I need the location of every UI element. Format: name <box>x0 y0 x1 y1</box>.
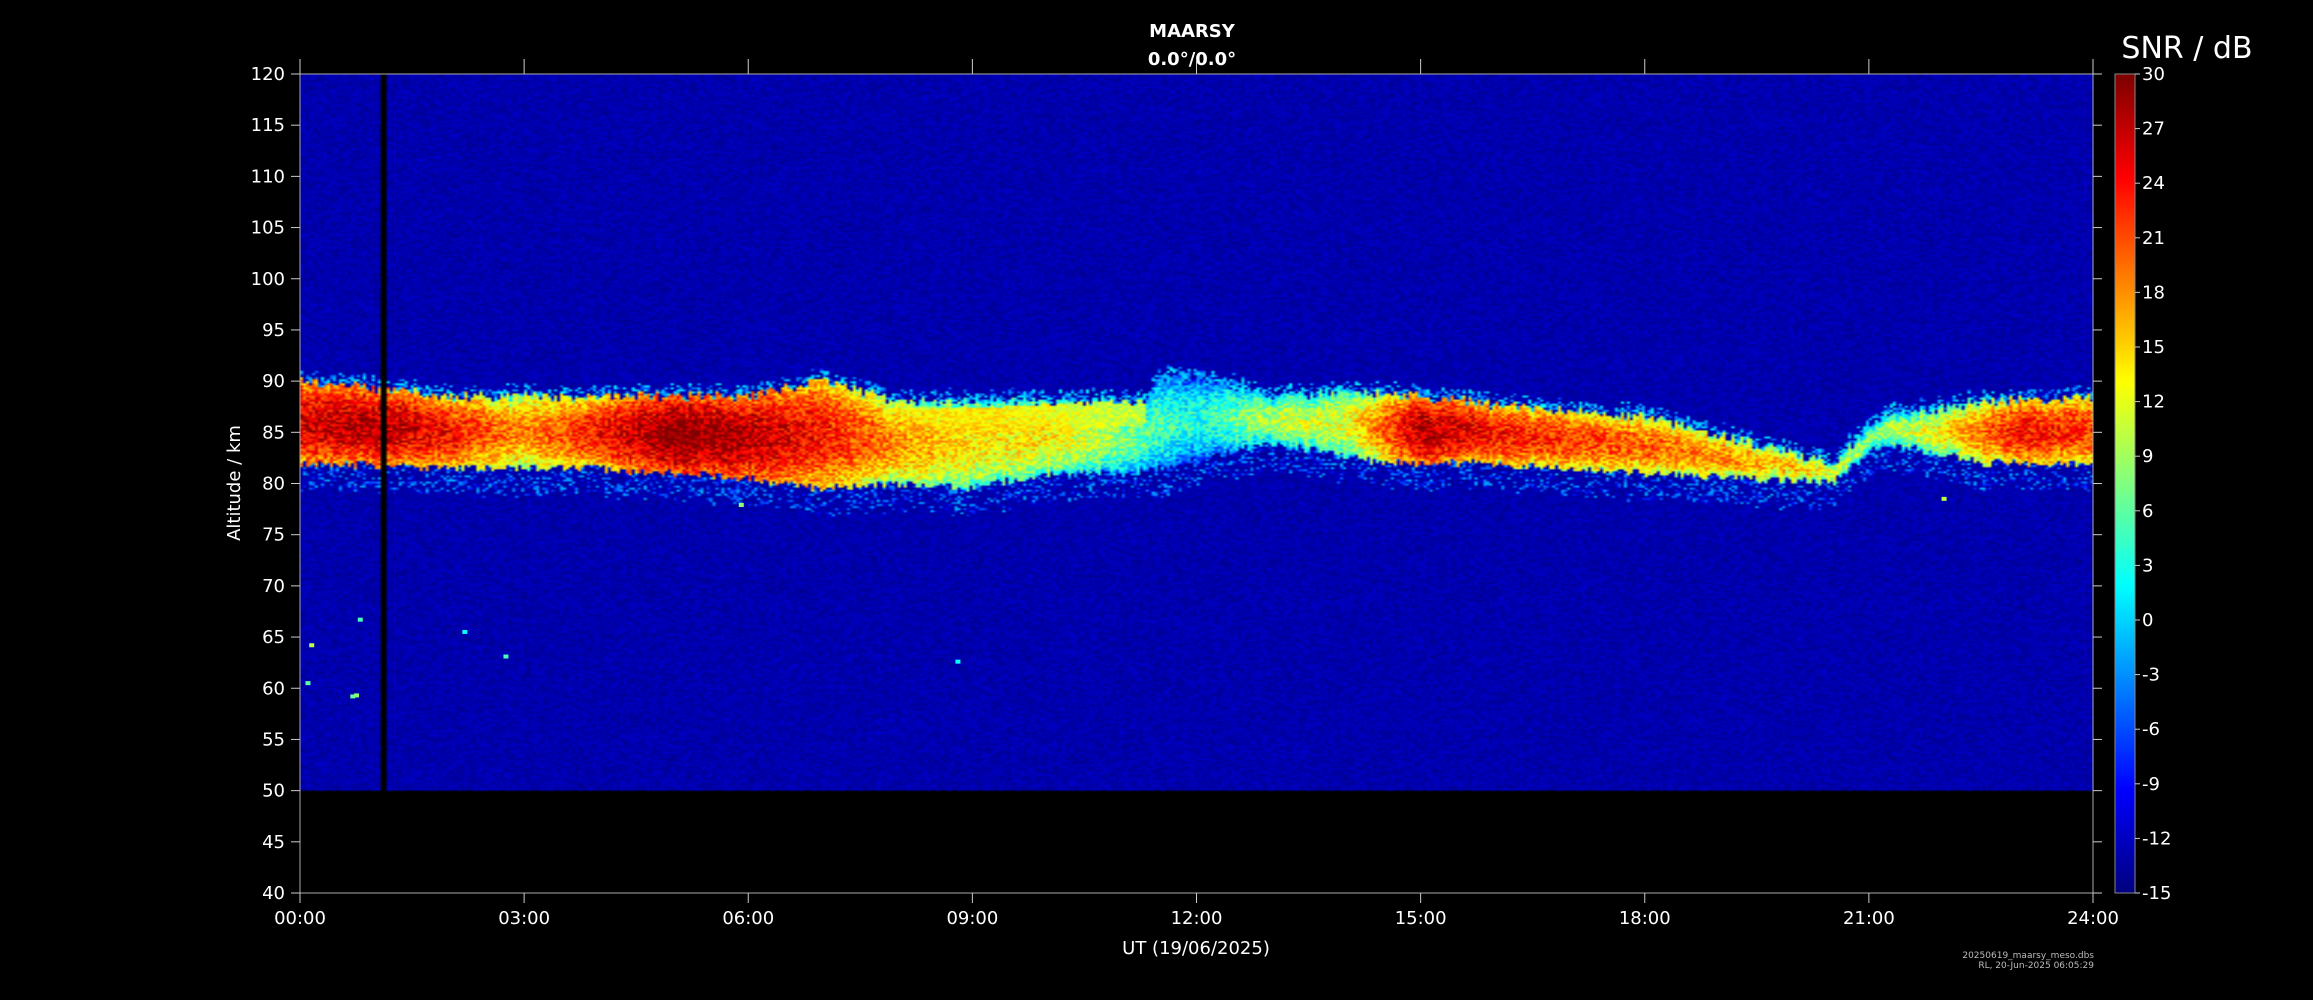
y-tick-label: 90 <box>262 371 285 392</box>
colorbar-tick-label: 27 <box>2142 119 2165 140</box>
colorbar-tick-label: -3 <box>2142 665 2160 686</box>
x-tick-label: 12:00 <box>1171 908 1223 929</box>
isolated-echo-point <box>503 654 509 659</box>
y-tick-label: 80 <box>262 474 285 495</box>
colorbar-label: SNR / dB <box>2121 31 2252 66</box>
y-tick-label: 100 <box>251 269 285 290</box>
colorbar-tick-label: 9 <box>2142 446 2153 467</box>
y-tick-label: 65 <box>262 627 285 648</box>
isolated-echo-point <box>955 659 961 664</box>
y-axis-label: Altitude / km <box>224 425 245 541</box>
x-tick-label: 21:00 <box>1843 908 1895 929</box>
y-tick-label: 55 <box>262 729 285 750</box>
y-tick-label: 85 <box>262 422 285 443</box>
y-tick-label: 95 <box>262 320 285 341</box>
x-tick-label: 18:00 <box>1619 908 1671 929</box>
y-tick-label: 40 <box>262 883 285 904</box>
x-tick-label: 24:00 <box>2067 908 2119 929</box>
colorbar-tick-label: 0 <box>2142 610 2153 631</box>
colorbar-tick-label: 18 <box>2142 282 2165 303</box>
x-tick-label: 03:00 <box>498 908 550 929</box>
isolated-echo-point <box>462 629 468 634</box>
colorbar-tick-label: 6 <box>2142 501 2153 522</box>
colorbar: 302724211815129630-3-6-9-12-15 <box>2114 64 2171 904</box>
y-tick-label: 70 <box>262 576 285 597</box>
isolated-echo-point <box>305 681 311 686</box>
y-tick-label: 110 <box>251 166 285 187</box>
chart-subtitle: 0.0°/0.0° <box>1148 49 1236 70</box>
colorbar-gradient <box>2115 74 2135 893</box>
isolated-echo-point <box>354 693 360 698</box>
y-tick-label: 120 <box>251 64 285 85</box>
x-tick-label: 00:00 <box>274 908 326 929</box>
x-tick-label: 15:00 <box>1395 908 1447 929</box>
colorbar-tick-label: 12 <box>2142 392 2165 413</box>
y-tick-label: 115 <box>251 115 285 136</box>
footnote-stamp: RL, 20-Jun-2025 06:05:29 <box>1978 961 2094 971</box>
snr-heatmap <box>300 74 2093 893</box>
isolated-echo-point <box>738 502 744 507</box>
colorbar-tick-label: -15 <box>2142 883 2171 904</box>
colorbar-tick-label: 21 <box>2142 228 2165 249</box>
y-tick-label: 50 <box>262 781 285 802</box>
colorbar-tick-label: -6 <box>2142 719 2160 740</box>
heatmap-chart: MAARSY 0.0°/0.0° 00:00 03:00 06:00 09:00 12:… <box>224 21 2253 971</box>
plot-area <box>299 73 2094 894</box>
y-tick-label: 60 <box>262 678 285 699</box>
x-axis-label: UT (19/06/2025) <box>1122 938 1270 959</box>
isolated-echo-point <box>1941 496 1947 501</box>
y-tick-label: 45 <box>262 832 285 853</box>
x-tick-label: 09:00 <box>946 908 998 929</box>
footnote-file: 20250619_maarsy_meso.dbs <box>1962 951 2094 961</box>
x-tick-label: 06:00 <box>722 908 774 929</box>
colorbar-tick-label: 24 <box>2142 173 2165 194</box>
colorbar-tick-label: 15 <box>2142 337 2165 358</box>
y-tick-label: 75 <box>262 525 285 546</box>
colorbar-tick-label: -12 <box>2142 828 2171 849</box>
isolated-echo-point <box>357 617 363 622</box>
colorbar-tick-label: 30 <box>2142 64 2165 85</box>
chart-title: MAARSY <box>1149 21 1236 42</box>
colorbar-tick-label: -9 <box>2142 774 2160 795</box>
colorbar-tick-label: 3 <box>2142 555 2153 576</box>
y-tick-label: 105 <box>251 218 285 239</box>
isolated-echo-point <box>309 643 315 648</box>
